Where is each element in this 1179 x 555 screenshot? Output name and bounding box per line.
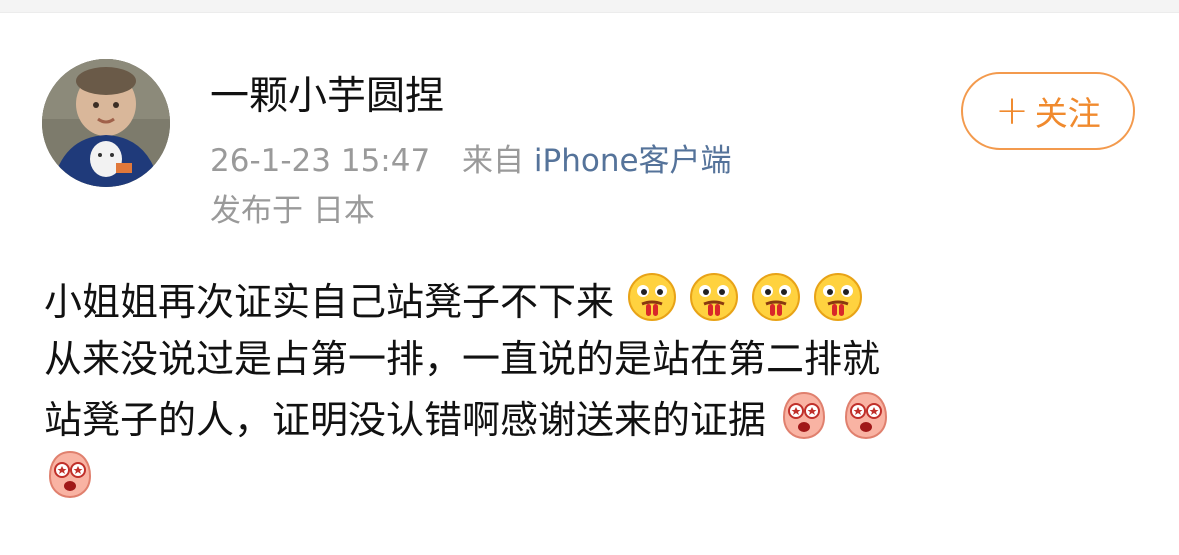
drooling-face-emoji bbox=[750, 271, 802, 323]
source-device-link[interactable]: iPhone客户端 bbox=[534, 143, 732, 179]
heart-eyes-pink-emoji bbox=[840, 389, 892, 441]
post-text-1: 小姐姐再次证实自己站凳子不下来 bbox=[44, 280, 615, 324]
follow-button[interactable]: + 关注 bbox=[961, 72, 1135, 150]
post-content: 小姐姐再次证实自己站凳子不下来 从来没说过是占第一排，一直说的是站在第二排就 站… bbox=[44, 271, 1144, 507]
drooling-face-emoji bbox=[688, 271, 740, 323]
post-time: 26-1-23 15:47 bbox=[210, 143, 431, 179]
drooling-face-emoji bbox=[626, 271, 678, 323]
post-text-3: 站凳子的人，证明没认错啊感谢送来的证据 bbox=[44, 398, 767, 442]
post-text-2: 从来没说过是占第一排，一直说的是站在第二排就 bbox=[44, 337, 881, 381]
source-prefix: 来自 bbox=[462, 143, 525, 179]
post-location: 发布于 日本 bbox=[210, 193, 375, 229]
weibo-post-card: 一颗小芋圆捏 26-1-23 15:47 来自 iPhone客户端 发布于 日本… bbox=[0, 13, 1179, 555]
plus-icon: + bbox=[995, 88, 1029, 134]
post-line-1: 小姐姐再次证实自己站凳子不下来 bbox=[44, 271, 1144, 330]
follow-label: 关注 bbox=[1034, 94, 1101, 133]
post-meta: 26-1-23 15:47 来自 iPhone客户端 bbox=[210, 139, 732, 183]
avatar-photo bbox=[42, 59, 170, 187]
drooling-face-emoji bbox=[812, 271, 864, 323]
heart-eyes-pink-emoji bbox=[44, 448, 96, 500]
avatar[interactable] bbox=[42, 59, 170, 187]
post-line-4 bbox=[44, 448, 1144, 507]
post-line-2: 从来没说过是占第一排，一直说的是站在第二排就 bbox=[44, 330, 1144, 389]
top-divider bbox=[0, 0, 1179, 13]
username[interactable]: 一颗小芋圆捏 bbox=[210, 69, 444, 125]
post-line-3: 站凳子的人，证明没认错啊感谢送来的证据 bbox=[44, 389, 1144, 448]
heart-eyes-pink-emoji bbox=[778, 389, 830, 441]
